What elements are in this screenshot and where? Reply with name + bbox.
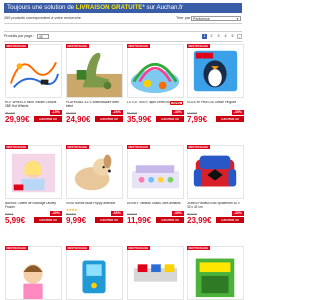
page-link-current[interactable]: 1	[202, 33, 207, 39]
clearance-tag: DESTOCKAGE	[127, 246, 150, 250]
pagination-bar: Produits par page : 40 1 2 3 4 5 ›	[4, 33, 242, 39]
discount-badge: -40%	[171, 110, 184, 115]
product-card[interactable]: DESTOCKAGE	[5, 246, 62, 300]
product-name[interactable]: JEMINI Fauteuil club Spiderman 52 x 33 x…	[187, 202, 244, 210]
pager: 1 2 3 4 5 ›	[202, 33, 242, 39]
clearance-tag: DESTOCKAGE	[187, 145, 210, 149]
discount-badge: -40%	[231, 211, 244, 216]
divider	[4, 23, 242, 24]
banner-prefix: Toujours une solution de	[7, 4, 76, 11]
product-price: 29,99€	[5, 115, 30, 124]
clearance-tag: DESTOCKAGE	[5, 44, 28, 48]
product-price: 11,99€	[127, 216, 152, 225]
sort-label: Trier par :	[176, 16, 193, 20]
page-link[interactable]: 5	[230, 34, 235, 39]
per-page-label: Produits par page :	[4, 34, 35, 38]
product-name[interactable]: HOT WHEELS Multi Trackin Circuits 2BE Ho…	[5, 101, 62, 109]
product-image[interactable]	[187, 145, 244, 199]
divider	[4, 41, 242, 42]
product-card[interactable]: DESTOCKAGE	[66, 246, 123, 300]
product-price: 35,99€	[127, 115, 152, 124]
discount-badge: -40%	[171, 211, 184, 216]
product-image[interactable]	[5, 44, 62, 98]
add-to-cart-button[interactable]: AJOUTER AU PANIER	[95, 116, 123, 127]
product-image[interactable]	[66, 246, 123, 300]
add-to-cart-button[interactable]: AJOUTER AU PANIER	[95, 217, 123, 228]
product-image[interactable]	[5, 246, 62, 300]
product-price: 23,99€	[187, 216, 212, 225]
add-to-cart-button[interactable]: AJOUTER AU PANIER	[156, 217, 184, 228]
per-page-select[interactable]: 40	[37, 33, 49, 39]
clearance-tag: DESTOCKAGE	[66, 246, 89, 250]
sort-value: Pertinence	[193, 17, 210, 21]
clearance-tag: DESTOCKAGE	[5, 246, 28, 250]
product-price: 5,99€	[5, 216, 26, 225]
product-price: 7,99€	[187, 115, 208, 124]
clearance-tag: DESTOCKAGE	[127, 44, 150, 48]
clearance-tag: DESTOCKAGE	[66, 145, 89, 149]
add-to-cart-button[interactable]: AJOUTER AU PANIER	[34, 217, 62, 228]
product-image[interactable]	[187, 44, 244, 98]
banner-highlight: LIVRAISON GRATUITE	[75, 4, 143, 11]
clearance-tag: DESTOCKAGE	[127, 145, 150, 149]
product-card[interactable]: DESTOCKAGE	[187, 246, 244, 300]
clearance-tag: DESTOCKAGE	[187, 44, 210, 48]
sort-select[interactable]: Pertinence ▼	[191, 16, 241, 21]
product-name[interactable]: PLAYMOBIL 4172 Brachiosaure avec bébé	[66, 101, 123, 109]
product-image[interactable]	[127, 246, 184, 300]
product-card[interactable]: DESTOCKAGE	[127, 246, 184, 300]
product-image[interactable]	[127, 44, 184, 98]
clearance-tag: DESTOCKAGE	[187, 246, 210, 250]
clearance-tag: DESTOCKAGE	[66, 44, 89, 48]
product-image[interactable]	[66, 145, 123, 199]
results-bar: 265 produits correspondent à votre reche…	[4, 15, 242, 22]
discount-badge: -15%	[49, 110, 62, 115]
add-to-cart-button[interactable]: AJOUTER AU PANIER	[34, 116, 62, 127]
discount-badge: -40%	[49, 211, 62, 216]
product-image[interactable]	[5, 145, 62, 199]
discount-badge: -45%	[231, 110, 244, 115]
per-page-value: 40	[39, 34, 43, 39]
next-page-button[interactable]: ›	[237, 33, 242, 39]
discount-badge: -26%	[110, 110, 123, 115]
product-name[interactable]: GOOCHI PRIEGGI Glisse Pinguini	[187, 101, 244, 109]
product-price: 24,90€	[66, 115, 91, 124]
free-delivery-banner[interactable]: Toujours une solution de LIVRAISON GRATU…	[4, 3, 242, 13]
discount-badge: -66%	[110, 211, 123, 216]
product-image[interactable]	[187, 246, 244, 300]
product-name[interactable]: BARBIE Coffret de coloriage Disney Froze…	[5, 202, 62, 210]
page-link[interactable]: 4	[223, 34, 228, 39]
chevron-down-icon: ▼	[236, 17, 239, 21]
product-image[interactable]	[127, 145, 184, 199]
banner-suffix: * sur Auchan.fr	[142, 4, 183, 11]
product-image[interactable]	[66, 44, 123, 98]
results-count: 265 produits correspondent à votre reche…	[4, 16, 81, 20]
product-price: 9,99€	[66, 216, 87, 225]
add-to-cart-button[interactable]: AJOUTER AU PANIER	[216, 116, 244, 127]
page-link[interactable]: 3	[216, 34, 221, 39]
clearance-tag: DESTOCKAGE	[5, 145, 28, 149]
add-to-cart-button[interactable]: AJOUTER AU PANIER	[216, 217, 244, 228]
product-name[interactable]: DISNEY Tableau Studio, Mes aimants	[127, 202, 184, 210]
divider	[4, 31, 242, 32]
add-to-cart-button[interactable]: AJOUTER AU PANIER	[156, 116, 184, 127]
page-link[interactable]: 2	[209, 34, 214, 39]
brand-logo: Auchan	[170, 101, 183, 105]
